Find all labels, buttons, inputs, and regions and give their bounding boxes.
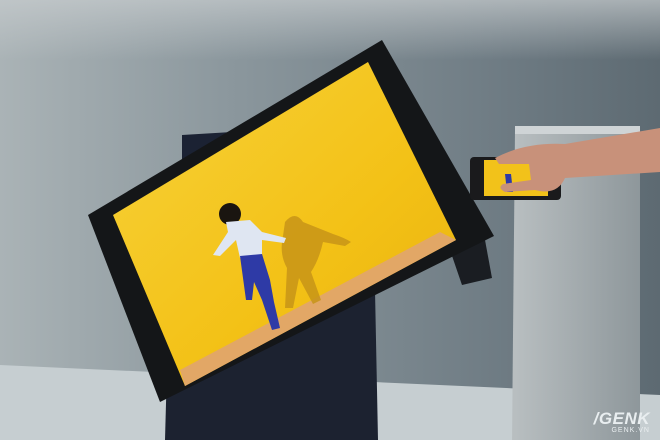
pedestal-top: [515, 126, 640, 134]
watermark: /GENK GENK.VN: [594, 410, 650, 434]
wall-highlight: [0, 0, 660, 60]
photo-scene: [0, 0, 660, 440]
watermark-logo: /GENK: [593, 409, 650, 428]
watermark-site: GENK.VN: [611, 427, 650, 434]
